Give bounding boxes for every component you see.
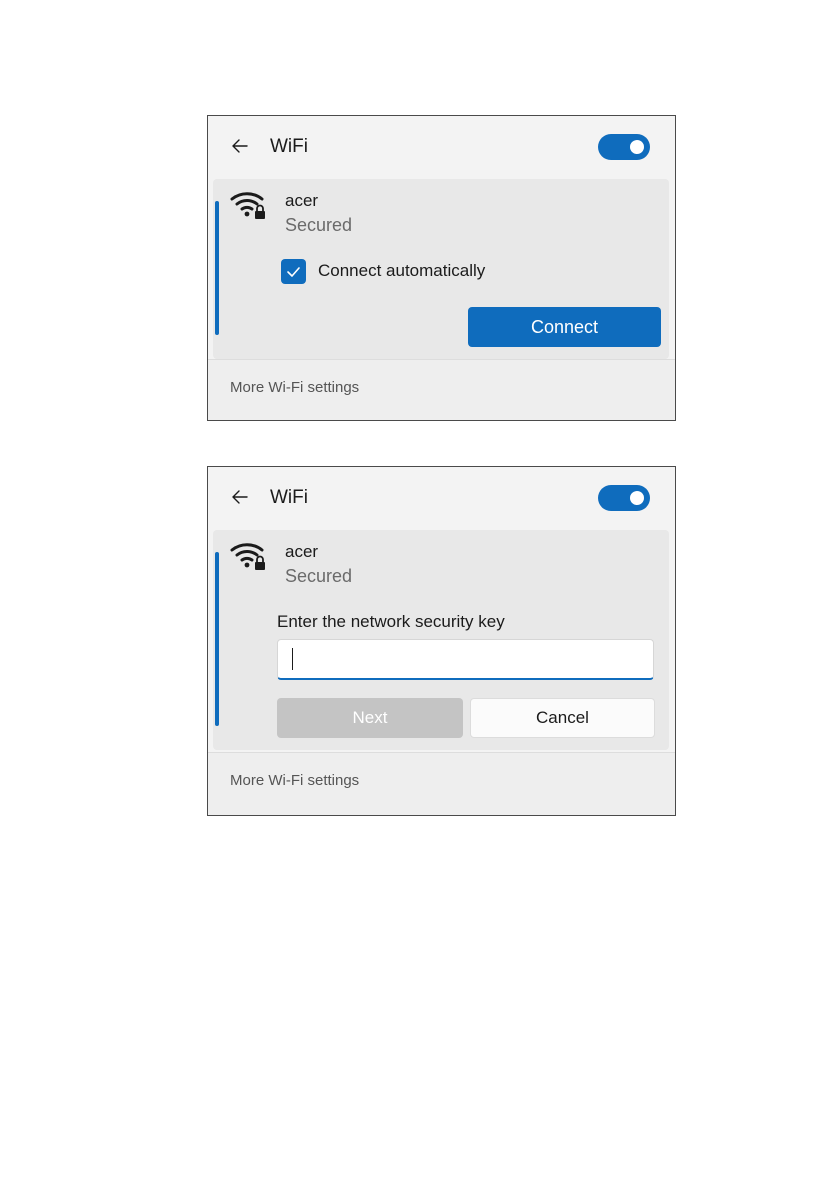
arrow-left-icon[interactable] — [230, 487, 250, 507]
selection-indicator — [215, 201, 219, 335]
footer: More Wi-Fi settings — [208, 752, 675, 815]
wifi-title: WiFi — [270, 487, 308, 508]
wifi-panel-connect: WiFi acer Secured Connect automatically … — [207, 115, 676, 421]
wifi-toggle[interactable] — [598, 134, 650, 160]
toggle-knob — [630, 491, 644, 505]
network-status: Secured — [285, 566, 353, 586]
cancel-button[interactable]: Cancel — [470, 698, 655, 738]
wifi-header: WiFi — [208, 116, 675, 178]
wifi-header: WiFi — [208, 467, 675, 529]
connect-automatically-label: Connect automatically — [318, 261, 486, 280]
more-wifi-settings-link[interactable]: More Wi-Fi settings — [230, 379, 359, 396]
connect-button[interactable]: Connect — [468, 307, 661, 347]
wifi-secured-icon — [230, 192, 265, 219]
footer: More Wi-Fi settings — [208, 359, 675, 420]
more-wifi-settings-link[interactable]: More Wi-Fi settings — [230, 772, 359, 789]
selection-indicator — [215, 552, 219, 726]
network-status: Secured — [285, 215, 353, 235]
network-name: acer — [285, 191, 319, 210]
wifi-toggle[interactable] — [598, 485, 650, 511]
security-key-label: Enter the network security key — [277, 612, 505, 631]
network-item-acer: acer Secured Connect automatically Conne… — [213, 179, 669, 359]
wifi-title: WiFi — [270, 136, 308, 157]
arrow-left-icon[interactable] — [230, 136, 250, 156]
next-button[interactable]: Next — [277, 698, 463, 738]
wifi-secured-icon — [230, 543, 265, 570]
toggle-knob — [630, 140, 644, 154]
checkmark-icon — [287, 267, 300, 277]
security-key-input[interactable] — [277, 639, 654, 680]
checkbox-box[interactable] — [281, 259, 306, 284]
network-name: acer — [285, 542, 319, 561]
network-item-acer: acer Secured Enter the network security … — [213, 530, 669, 750]
text-caret — [292, 648, 293, 670]
wifi-panel-security-key: WiFi acer Secured Enter the network secu… — [207, 466, 676, 816]
